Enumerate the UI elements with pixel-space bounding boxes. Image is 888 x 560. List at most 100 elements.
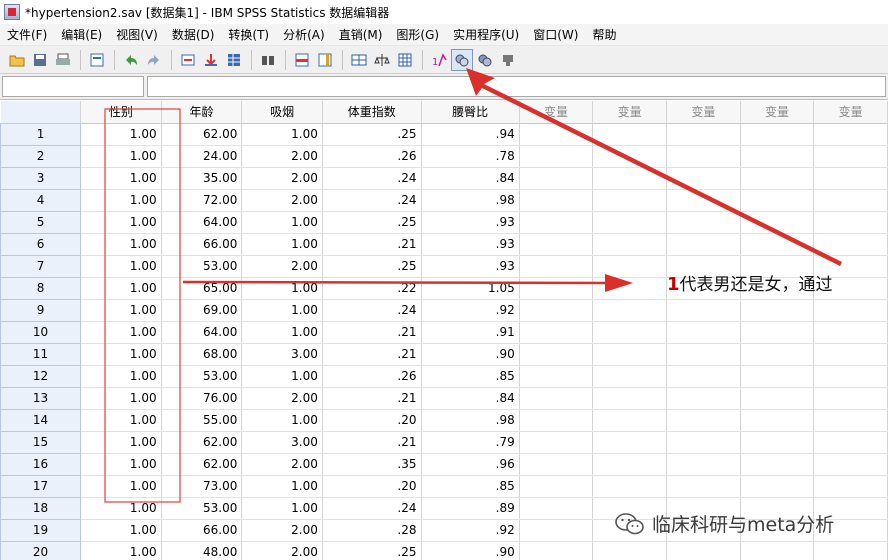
- data-cell[interactable]: 2.00: [241, 145, 323, 168]
- empty-cell[interactable]: [666, 167, 741, 190]
- data-cell[interactable]: .21: [322, 343, 422, 366]
- data-cell[interactable]: .28: [322, 519, 422, 542]
- data-cell[interactable]: 55.00: [161, 409, 243, 432]
- data-cell[interactable]: .25: [322, 123, 422, 146]
- data-cell[interactable]: .26: [322, 145, 422, 168]
- row-number[interactable]: 12: [0, 364, 82, 388]
- empty-cell[interactable]: [740, 123, 815, 146]
- data-cell[interactable]: 1.00: [80, 475, 162, 498]
- menu-item-11[interactable]: 帮助: [585, 24, 623, 46]
- data-cell[interactable]: .26: [322, 365, 422, 388]
- data-cell[interactable]: 2.00: [241, 541, 323, 560]
- data-cell[interactable]: .24: [322, 189, 422, 212]
- empty-variable-header[interactable]: 变量: [740, 101, 815, 124]
- data-cell[interactable]: 1.00: [241, 233, 323, 256]
- empty-cell[interactable]: [813, 541, 888, 560]
- empty-cell[interactable]: [592, 365, 667, 388]
- empty-cell[interactable]: [592, 233, 667, 256]
- data-cell[interactable]: .84: [421, 167, 520, 190]
- column-header-2[interactable]: 年龄: [161, 101, 243, 124]
- row-number[interactable]: 13: [0, 386, 82, 410]
- empty-cell[interactable]: [666, 409, 741, 432]
- data-cell[interactable]: 2.00: [241, 167, 323, 190]
- dialog-recall-button[interactable]: [86, 49, 108, 71]
- empty-cell[interactable]: [666, 387, 741, 410]
- data-cell[interactable]: 1.00: [80, 431, 162, 454]
- row-number[interactable]: 10: [0, 320, 82, 344]
- data-cell[interactable]: 62.00: [161, 431, 243, 454]
- empty-cell[interactable]: [666, 123, 741, 146]
- use-sets-button[interactable]: [451, 48, 473, 71]
- spell-check-button[interactable]: [497, 49, 519, 71]
- empty-cell[interactable]: [740, 189, 815, 212]
- select-cases-button[interactable]: [394, 49, 416, 71]
- empty-cell[interactable]: [813, 145, 888, 168]
- insert-variable-button[interactable]: [314, 49, 336, 71]
- empty-cell[interactable]: [592, 431, 667, 454]
- data-cell[interactable]: 62.00: [161, 123, 243, 146]
- data-cell[interactable]: 1.00: [80, 453, 162, 476]
- empty-cell[interactable]: [519, 145, 594, 168]
- column-header-4[interactable]: 体重指数: [322, 101, 422, 124]
- empty-cell[interactable]: [740, 167, 815, 190]
- data-cell[interactable]: 48.00: [161, 541, 243, 560]
- data-cell[interactable]: .25: [322, 211, 422, 234]
- data-cell[interactable]: 1.00: [80, 167, 162, 190]
- empty-cell[interactable]: [666, 145, 741, 168]
- show-all-variables-button[interactable]: [474, 49, 496, 71]
- empty-cell[interactable]: [519, 365, 594, 388]
- empty-cell[interactable]: [592, 167, 667, 190]
- empty-variable-header[interactable]: 变量: [592, 101, 667, 124]
- empty-cell[interactable]: [666, 453, 741, 476]
- data-cell[interactable]: .20: [322, 475, 422, 498]
- menu-item-3[interactable]: 视图(V): [109, 24, 165, 46]
- empty-cell[interactable]: [813, 189, 888, 212]
- data-cell[interactable]: .21: [322, 387, 422, 410]
- empty-cell[interactable]: [666, 233, 741, 256]
- data-cell[interactable]: .90: [421, 541, 520, 560]
- data-cell[interactable]: .24: [322, 299, 422, 322]
- empty-cell[interactable]: [519, 519, 594, 542]
- empty-cell[interactable]: [592, 211, 667, 234]
- redo-button[interactable]: [143, 49, 165, 71]
- empty-cell[interactable]: [740, 233, 815, 256]
- value-labels-button[interactable]: 1: [428, 49, 450, 71]
- save-button[interactable]: [29, 49, 51, 71]
- empty-cell[interactable]: [592, 145, 667, 168]
- data-cell[interactable]: 1.00: [80, 365, 162, 388]
- data-cell[interactable]: .24: [322, 167, 422, 190]
- data-cell[interactable]: .79: [421, 431, 520, 454]
- empty-cell[interactable]: [813, 365, 888, 388]
- empty-cell[interactable]: [592, 255, 667, 278]
- data-cell[interactable]: .93: [421, 211, 520, 234]
- empty-cell[interactable]: [740, 453, 815, 476]
- data-cell[interactable]: .20: [322, 409, 422, 432]
- data-cell[interactable]: 1.00: [241, 409, 323, 432]
- empty-cell[interactable]: [813, 453, 888, 476]
- data-cell[interactable]: .21: [322, 233, 422, 256]
- row-number[interactable]: 14: [0, 408, 82, 432]
- menu-item-2[interactable]: 编辑(E): [54, 24, 109, 46]
- empty-cell[interactable]: [666, 343, 741, 366]
- data-cell[interactable]: .98: [421, 409, 520, 432]
- empty-cell[interactable]: [666, 541, 741, 560]
- data-cell[interactable]: 65.00: [161, 277, 243, 300]
- data-cell[interactable]: 69.00: [161, 299, 243, 322]
- data-cell[interactable]: 1.00: [80, 211, 162, 234]
- empty-cell[interactable]: [740, 431, 815, 454]
- print-button[interactable]: [52, 49, 74, 71]
- empty-cell[interactable]: [519, 277, 594, 300]
- data-cell[interactable]: 2.00: [241, 255, 323, 278]
- empty-cell[interactable]: [740, 541, 815, 560]
- data-cell[interactable]: .92: [421, 519, 520, 542]
- menu-item-6[interactable]: 分析(A): [276, 24, 332, 46]
- empty-cell[interactable]: [666, 475, 741, 498]
- data-cell[interactable]: .24: [322, 497, 422, 520]
- empty-cell[interactable]: [813, 409, 888, 432]
- menu-item-5[interactable]: 转换(T): [221, 24, 276, 46]
- row-number[interactable]: 15: [0, 430, 82, 454]
- menu-item-8[interactable]: 图形(G): [389, 24, 446, 46]
- empty-cell[interactable]: [813, 475, 888, 498]
- data-cell[interactable]: 62.00: [161, 453, 243, 476]
- data-cell[interactable]: 1.00: [80, 343, 162, 366]
